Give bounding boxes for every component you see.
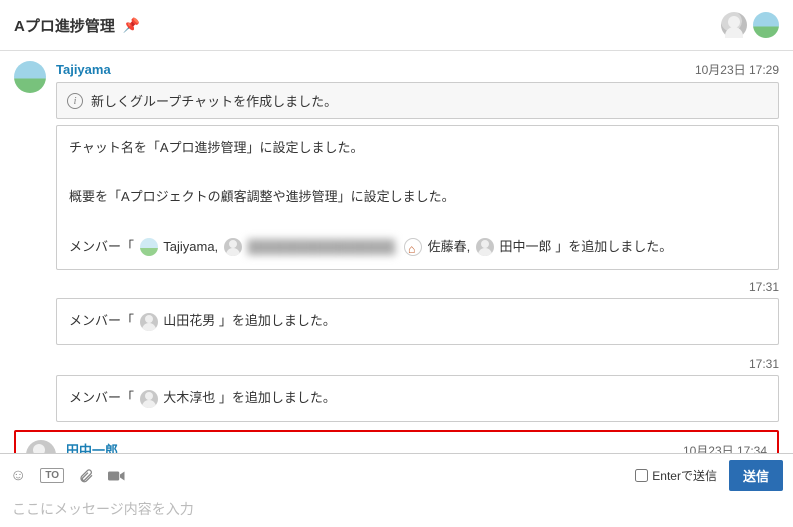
- author-name[interactable]: Tajiyama: [56, 62, 111, 77]
- timestamp: 10月23日 17:29: [695, 61, 779, 78]
- emoji-icon[interactable]: ☺: [10, 467, 26, 485]
- message: 17:31 メンバー「 大木淳也 」を追加しました。: [56, 357, 779, 422]
- redacted-text: ████████████████,: [247, 239, 398, 254]
- member-mini-avatar: [404, 238, 422, 256]
- timestamp: 17:31: [56, 280, 779, 294]
- message-input[interactable]: [0, 497, 793, 527]
- system-line: 概要を「Aプロジェクトの顧客調整や進捗管理」に設定しました。: [69, 185, 766, 210]
- message: Tajiyama 10月23日 17:29 i 新しくグループチャットを作成しま…: [14, 61, 779, 270]
- chat-header: Aプロ進捗管理 📌: [0, 0, 793, 51]
- banner-text: 新しくグループチャットを作成しました。: [91, 91, 337, 110]
- timestamp: 10月23日 17:34: [683, 442, 767, 453]
- member-avatar[interactable]: [721, 12, 747, 38]
- message-list: Tajiyama 10月23日 17:29 i 新しくグループチャットを作成しま…: [0, 51, 793, 453]
- member-mini-avatar: [140, 390, 158, 408]
- system-box: メンバー「 山田花男 」を追加しました。: [56, 298, 779, 345]
- composer: ☺ TO Enterで送信 送信: [0, 453, 793, 527]
- timestamp: 17:31: [56, 357, 779, 371]
- avatar[interactable]: [26, 440, 56, 453]
- attach-icon[interactable]: [78, 468, 94, 484]
- member-mini-avatar: [476, 238, 494, 256]
- author-name[interactable]: 田中一郎: [66, 440, 118, 453]
- pin-icon[interactable]: 📌: [123, 17, 140, 34]
- member-mini-avatar: [224, 238, 242, 256]
- highlighted-message: 田中一郎 10月23日 17:34 TO 佐藤春さん さっきのメール、CCで見ま…: [14, 430, 779, 453]
- system-line: チャット名を「Aプロ進捗管理」に設定しました。: [69, 136, 766, 161]
- composer-toolbar: ☺ TO Enterで送信 送信: [0, 454, 793, 497]
- avatar[interactable]: [14, 61, 46, 93]
- system-box: チャット名を「Aプロ進捗管理」に設定しました。 概要を「Aプロジェクトの顧客調整…: [56, 125, 779, 270]
- to-button[interactable]: TO: [40, 468, 64, 483]
- member-mini-avatar: [140, 313, 158, 331]
- member-avatar[interactable]: [753, 12, 779, 38]
- system-banner: i 新しくグループチャットを作成しました。: [56, 82, 779, 119]
- video-icon[interactable]: [108, 469, 126, 483]
- info-icon: i: [67, 93, 83, 109]
- send-button[interactable]: 送信: [729, 460, 783, 491]
- system-box: メンバー「 大木淳也 」を追加しました。: [56, 375, 779, 422]
- member-mini-avatar: [140, 238, 158, 256]
- system-line: メンバー「 Tajiyama, ████████████████, 佐藤春, 田…: [69, 235, 766, 260]
- message: 17:31 メンバー「 山田花男 」を追加しました。: [56, 280, 779, 345]
- enter-send-checkbox[interactable]: [635, 469, 648, 482]
- enter-send-toggle[interactable]: Enterで送信: [635, 467, 717, 484]
- chat-title: Aプロ進捗管理: [14, 15, 115, 36]
